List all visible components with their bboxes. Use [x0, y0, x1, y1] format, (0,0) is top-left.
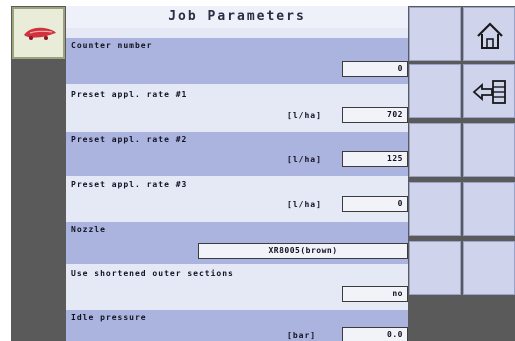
softkey-6[interactable]: [463, 123, 515, 177]
preset-rate-3-field[interactable]: 0: [342, 196, 408, 212]
home-icon: [477, 22, 503, 49]
preset-rate-2-label: Preset appl. rate #2: [71, 135, 188, 144]
back-button[interactable]: [463, 64, 515, 118]
home-button[interactable]: [463, 7, 515, 61]
preset-rate-2-field[interactable]: 125: [342, 151, 408, 167]
row-counter-number: Counter number 0: [66, 38, 408, 84]
preset-rate-1-label: Preset appl. rate #1: [71, 90, 188, 99]
sprayer-logo-icon: [24, 27, 56, 40]
counter-number-field[interactable]: 0: [342, 61, 408, 77]
nozzle-label: Nozzle: [71, 225, 106, 234]
idle-pressure-unit: [bar]: [287, 331, 317, 340]
counter-number-label: Counter number: [71, 41, 153, 50]
softkey-8[interactable]: [463, 182, 515, 236]
screen: Job Parameters Counter number 0 Preset a…: [0, 0, 515, 341]
shortened-sections-field[interactable]: no: [342, 286, 408, 302]
row-shortened-sections: Use shortened outer sections no: [66, 266, 408, 308]
parameters-panel: Job Parameters Counter number 0 Preset a…: [66, 6, 408, 341]
preset-rate-1-unit: [l/ha]: [287, 111, 322, 120]
row-idle-pressure: Idle pressure [bar] 0.0: [66, 310, 408, 341]
logo-button[interactable]: [12, 7, 65, 59]
idle-pressure-field[interactable]: 0.0: [342, 327, 408, 341]
row-nozzle: Nozzle XR8005(brown): [66, 222, 408, 264]
row-preset-rate-2: Preset appl. rate #2 [l/ha] 125: [66, 132, 408, 176]
row-preset-rate-3: Preset appl. rate #3 [l/ha] 0: [66, 178, 408, 220]
nozzle-select[interactable]: XR8005(brown): [198, 243, 408, 259]
softkey-3[interactable]: [409, 64, 461, 118]
back-arrow-icon: [472, 80, 506, 104]
softkey-1[interactable]: [409, 7, 461, 61]
softkey-10[interactable]: [463, 241, 515, 295]
preset-rate-1-field[interactable]: 702: [342, 107, 408, 123]
shortened-sections-label: Use shortened outer sections: [71, 269, 234, 278]
preset-rate-2-unit: [l/ha]: [287, 155, 322, 164]
preset-rate-3-unit: [l/ha]: [287, 200, 322, 209]
page-title: Job Parameters: [66, 6, 408, 28]
idle-pressure-label: Idle pressure: [71, 313, 147, 322]
softkey-5[interactable]: [409, 123, 461, 177]
row-preset-rate-1: Preset appl. rate #1 [l/ha] 702: [66, 86, 408, 130]
preset-rate-3-label: Preset appl. rate #3: [71, 180, 188, 189]
softkey-7[interactable]: [409, 182, 461, 236]
softkey-9[interactable]: [409, 241, 461, 295]
